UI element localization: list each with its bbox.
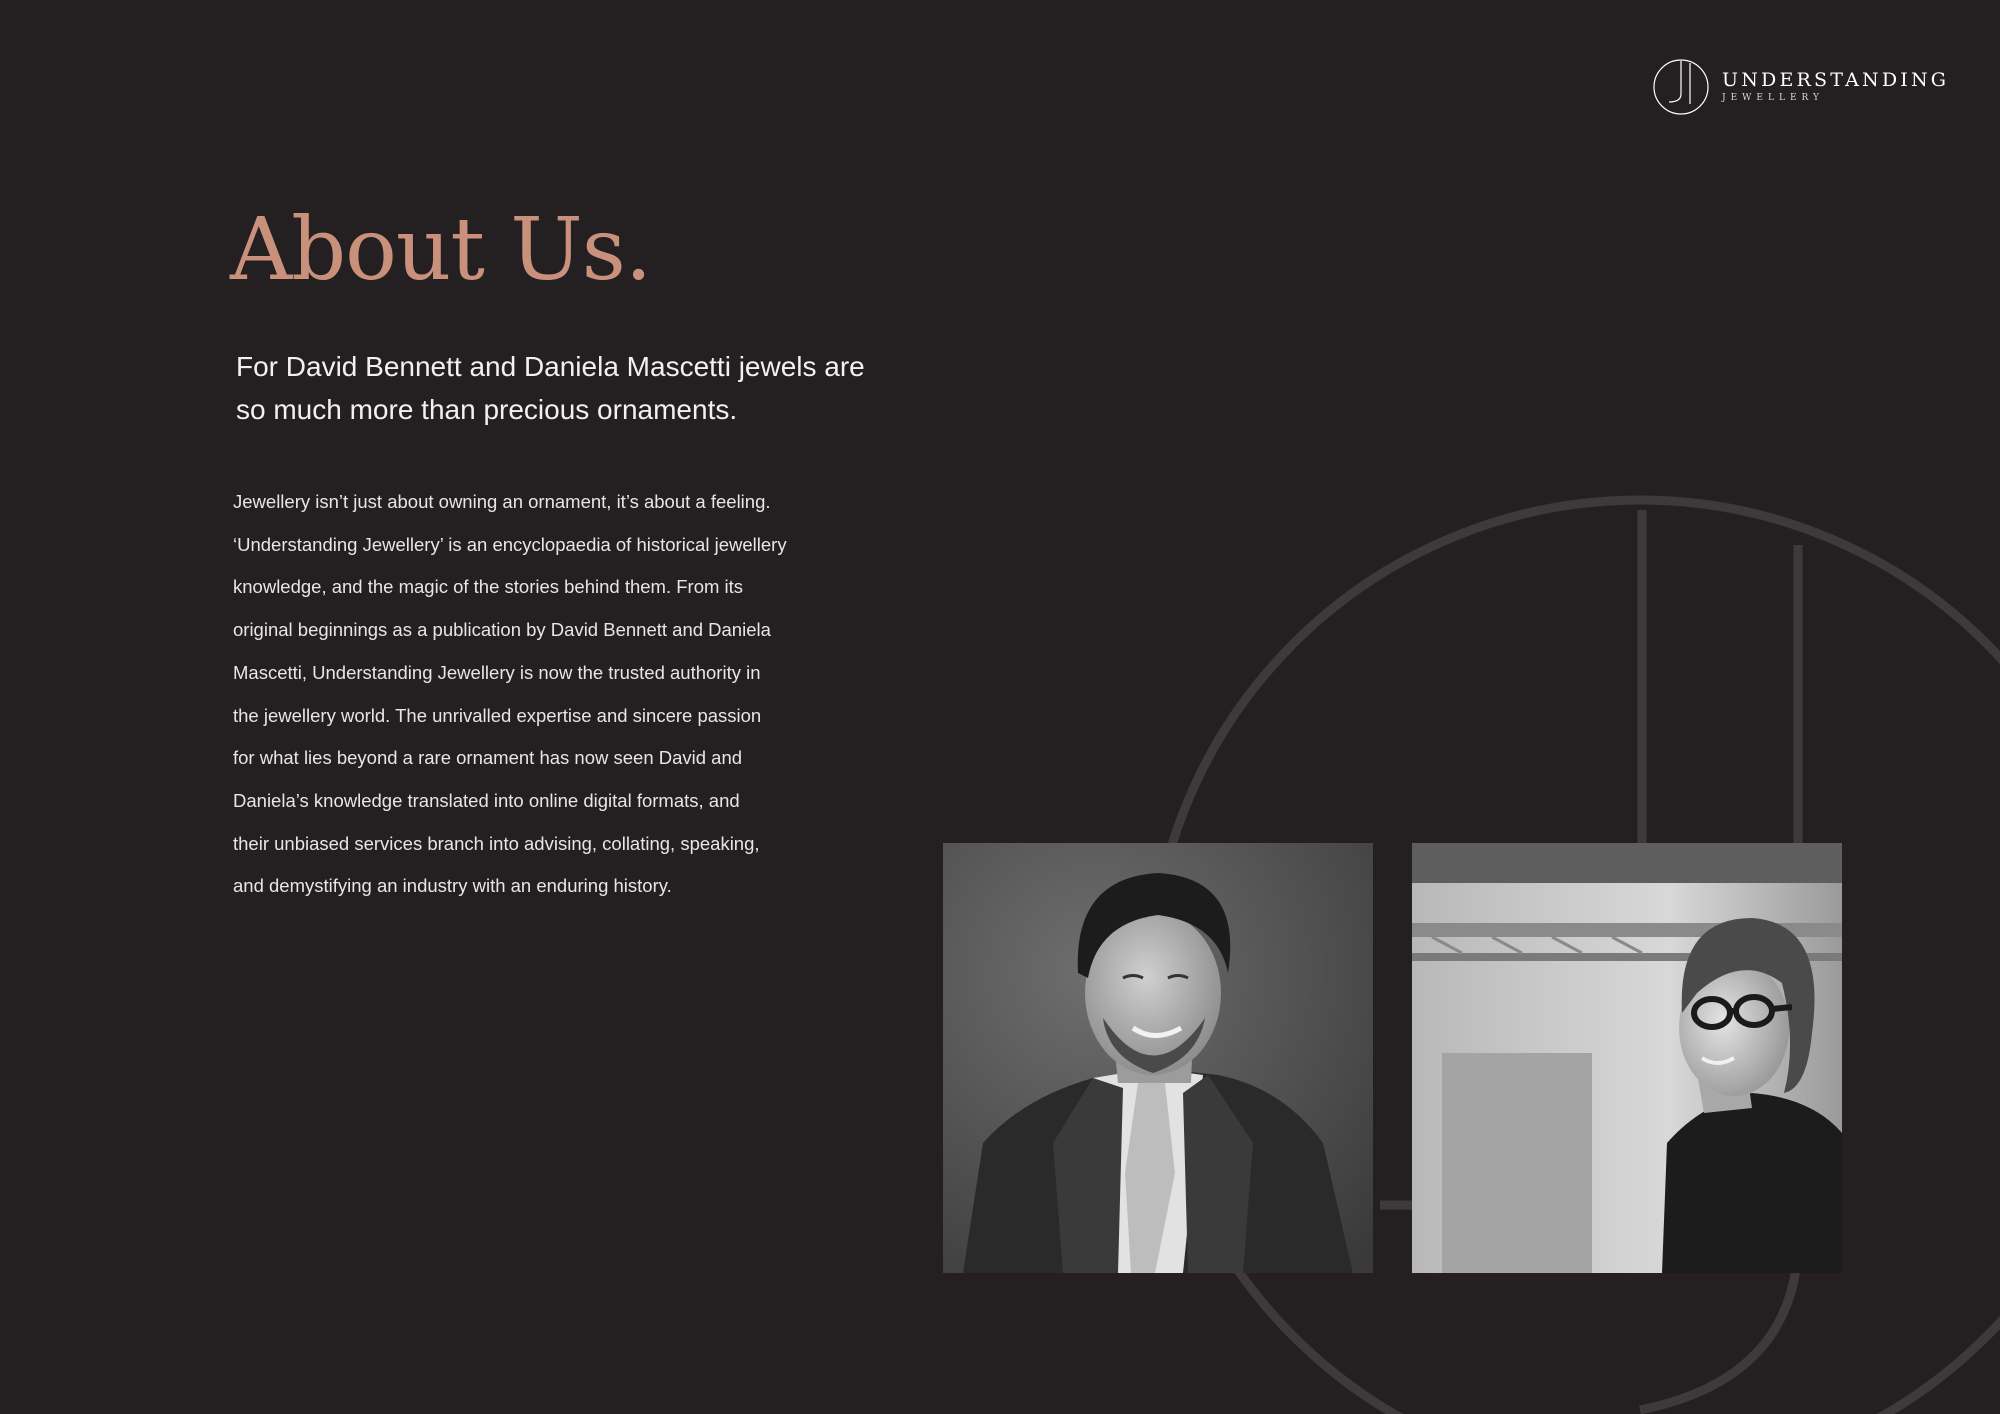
body-line: the jewellery world. The unrivalled expe… [233,704,762,726]
body-line: for what lies beyond a rare ornament has… [233,747,743,769]
man-portrait-image [943,843,1373,1273]
body-line: knowledge, and the magic of the stories … [233,576,744,598]
body-line: and demystifying an industry with an end… [233,875,672,897]
body-line: their unbiased services branch into advi… [233,832,760,854]
intro-paragraph: For David Bennett and Daniela Mascetti j… [236,351,865,425]
body-paragraph: Jewellery isn’t just about owning an orn… [233,481,813,908]
body-line: Daniela’s knowledge translated into onli… [233,789,740,811]
uj-monogram-icon [1653,59,1709,115]
page-title: About Us. [230,200,652,300]
body-line: Jewellery isn’t just about owning an orn… [233,491,771,512]
body-line: original beginnings as a publication by … [233,619,771,641]
photo-david-bennett [943,843,1373,1273]
brand-logo[interactable]: UNDERSTANDING JEWELLERY [1652,58,1949,116]
about-page: UNDERSTANDING JEWELLERY About Us. For Da… [0,0,2000,1414]
logo-title: UNDERSTANDING [1722,69,1950,91]
photo-daniela-mascetti [1412,843,1842,1273]
woman-portrait-image [1412,843,1842,1273]
logo-subtitle: JEWELLERY [1722,93,1824,103]
body-line: Mascetti, Understanding Jewellery is now… [233,661,761,683]
logo-wordmark: UNDERSTANDING JEWELLERY [1722,69,1949,105]
body-line: ‘Understanding Jewellery’ is an encyclop… [233,533,787,555]
